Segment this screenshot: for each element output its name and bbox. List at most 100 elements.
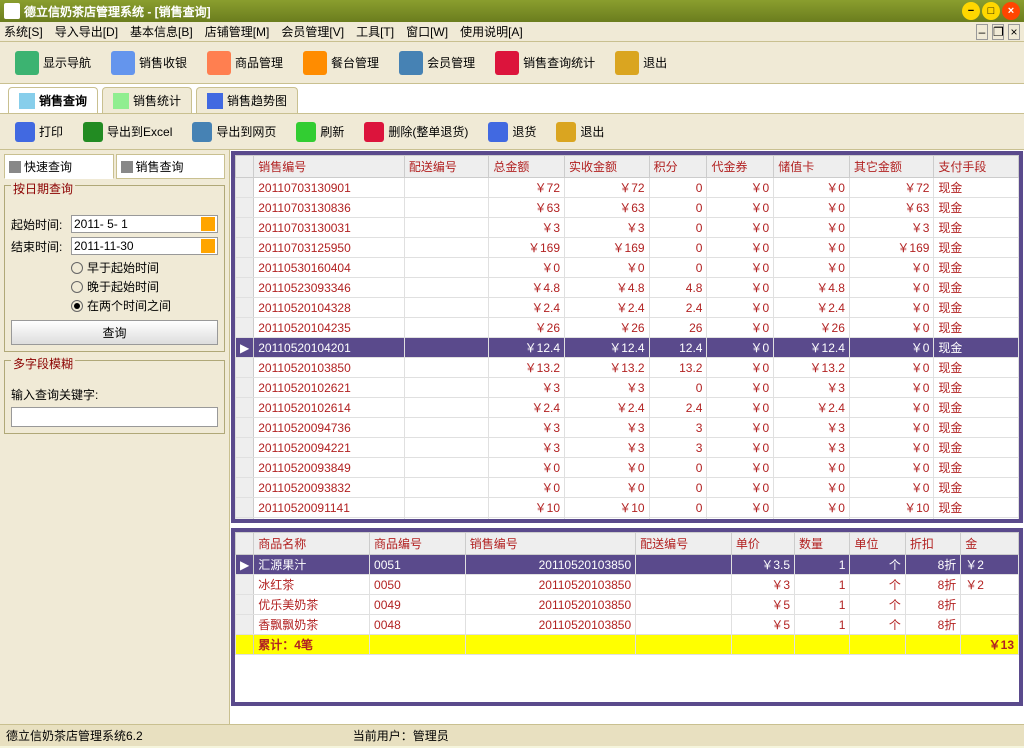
toolbar-cash[interactable]: 销售收银 bbox=[102, 46, 196, 80]
start-date-input[interactable]: 2011- 5- 1 bbox=[71, 215, 218, 233]
radio-before[interactable] bbox=[71, 262, 83, 274]
cell: 现金 bbox=[934, 478, 1019, 498]
cell: 20110703130901 bbox=[254, 178, 405, 198]
col-header[interactable]: 配送编号 bbox=[404, 156, 489, 178]
menu-window[interactable]: 窗口[W] bbox=[406, 23, 448, 40]
col-header[interactable]: 实收金额 bbox=[565, 156, 650, 178]
table-row[interactable]: 20110520102621￥3￥30￥0￥3￥0现金 bbox=[236, 378, 1019, 398]
view-tab-1[interactable]: 销售统计 bbox=[102, 87, 192, 113]
dropdown-icon[interactable] bbox=[201, 217, 215, 231]
table-row[interactable]: 20110520093849￥0￥00￥0￥0￥0现金 bbox=[236, 458, 1019, 478]
cell: 8折 bbox=[905, 575, 960, 595]
menu-member[interactable]: 会员管理[V] bbox=[281, 23, 344, 40]
table-row[interactable]: 20110520091136￥10.4￥10.410.4￥0￥10.4￥0现金 bbox=[236, 518, 1019, 520]
col-header[interactable]: 商品编号 bbox=[370, 533, 466, 555]
col-header[interactable]: 代金券 bbox=[707, 156, 774, 178]
table-row[interactable]: 20110520094221￥3￥33￥0￥3￥0现金 bbox=[236, 438, 1019, 458]
table-row[interactable]: 20110523093346￥4.8￥4.84.8￥0￥4.8￥0现金 bbox=[236, 278, 1019, 298]
query-button[interactable]: 查询 bbox=[11, 320, 218, 345]
toolbar-exit[interactable]: 退出 bbox=[606, 46, 676, 80]
close-button[interactable]: × bbox=[1002, 2, 1020, 20]
details-grid[interactable]: 商品名称商品编号销售编号配送编号单价数量单位折扣金▶汇源果汁0051201105… bbox=[235, 532, 1019, 702]
col-header[interactable]: 商品名称 bbox=[254, 533, 370, 555]
table-row[interactable]: 20110520093832￥0￥00￥0￥0￥0现金 bbox=[236, 478, 1019, 498]
orders-grid[interactable]: 销售编号配送编号总金额实收金额积分代金券储值卡其它金额支付手段201107031… bbox=[235, 155, 1019, 519]
subtool-return[interactable]: 退货 bbox=[479, 117, 545, 147]
tab-quick-query[interactable]: 快速查询 bbox=[4, 154, 114, 179]
mdi-minimize[interactable]: – bbox=[976, 24, 988, 40]
radio-after[interactable] bbox=[71, 281, 83, 293]
col-header[interactable]: 折扣 bbox=[905, 533, 960, 555]
table-row[interactable]: 20110520094736￥3￥33￥0￥3￥0现金 bbox=[236, 418, 1019, 438]
table-row[interactable]: 冰红茶005020110520103850￥31个8折￥2 bbox=[236, 575, 1019, 595]
col-header[interactable]: 金 bbox=[961, 533, 1019, 555]
cell: 20110520093849 bbox=[254, 458, 405, 478]
toolbar-label: 会员管理 bbox=[427, 54, 475, 71]
menu-system[interactable]: 系统[S] bbox=[4, 23, 43, 40]
cell: 20110520103850 bbox=[465, 595, 635, 615]
table-row[interactable]: 20110520091141￥10￥100￥0￥0￥10现金 bbox=[236, 498, 1019, 518]
view-tab-0[interactable]: 销售查询 bbox=[8, 87, 98, 113]
col-header[interactable]: 单位 bbox=[850, 533, 905, 555]
minimize-button[interactable]: − bbox=[962, 2, 980, 20]
col-header[interactable]: 储值卡 bbox=[774, 156, 850, 178]
cell: 13.2 bbox=[649, 358, 707, 378]
menu-shop[interactable]: 店铺管理[M] bbox=[205, 23, 270, 40]
subtool-delete[interactable]: 删除(整单退货) bbox=[355, 117, 477, 147]
table-row[interactable]: 20110703130836￥63￥630￥0￥0￥63现金 bbox=[236, 198, 1019, 218]
toolbar-table[interactable]: 餐台管理 bbox=[294, 46, 388, 80]
table-row[interactable]: 20110530160404￥0￥00￥0￥0￥0现金 bbox=[236, 258, 1019, 278]
cell: ￥13.2 bbox=[489, 358, 565, 378]
menu-import[interactable]: 导入导出[D] bbox=[55, 23, 118, 40]
end-date-input[interactable]: 2011-11-30 bbox=[71, 237, 218, 255]
toolbar-nav[interactable]: 显示导航 bbox=[6, 46, 100, 80]
table-row[interactable]: 20110703130901￥72￥720￥0￥0￥72现金 bbox=[236, 178, 1019, 198]
mdi-close[interactable]: × bbox=[1008, 24, 1020, 40]
col-header[interactable]: 销售编号 bbox=[465, 533, 635, 555]
subtool-print[interactable]: 打印 bbox=[6, 117, 72, 147]
cell bbox=[961, 615, 1019, 635]
cell: ￥3 bbox=[489, 418, 565, 438]
subtool-excel[interactable]: 导出到Excel bbox=[74, 117, 181, 147]
table-row[interactable]: 20110703125950￥169￥1690￥0￥0￥169现金 bbox=[236, 238, 1019, 258]
menu-basic[interactable]: 基本信息[B] bbox=[130, 23, 193, 40]
table-row[interactable]: 20110520103850￥13.2￥13.213.2￥0￥13.2￥0现金 bbox=[236, 358, 1019, 378]
subtool-web[interactable]: 导出到网页 bbox=[183, 117, 285, 147]
tab-sales-query[interactable]: 销售查询 bbox=[116, 154, 226, 179]
subtool-exit2[interactable]: 退出 bbox=[547, 117, 613, 147]
table-row[interactable]: 20110520104235￥26￥2626￥0￥26￥0现金 bbox=[236, 318, 1019, 338]
col-header[interactable]: 其它金额 bbox=[849, 156, 934, 178]
toolbar-member[interactable]: 会员管理 bbox=[390, 46, 484, 80]
cell bbox=[404, 458, 489, 478]
mdi-restore[interactable]: ❐ bbox=[992, 24, 1004, 40]
table-row[interactable]: ▶20110520104201￥12.4￥12.412.4￥0￥12.4￥0现金 bbox=[236, 338, 1019, 358]
cell: ￥0 bbox=[707, 318, 774, 338]
col-header[interactable]: 积分 bbox=[649, 156, 707, 178]
cell: 现金 bbox=[934, 318, 1019, 338]
col-header[interactable]: 销售编号 bbox=[254, 156, 405, 178]
table-row[interactable]: ▶汇源果汁005120110520103850￥3.51个8折￥2 bbox=[236, 555, 1019, 575]
table-row[interactable]: 优乐美奶茶004920110520103850￥51个8折 bbox=[236, 595, 1019, 615]
table-row[interactable]: 20110703130031￥3￥30￥0￥0￥3现金 bbox=[236, 218, 1019, 238]
col-header[interactable]: 单价 bbox=[731, 533, 794, 555]
cell: ￥169 bbox=[849, 238, 934, 258]
toolbar-prod[interactable]: 商品管理 bbox=[198, 46, 292, 80]
menu-tools[interactable]: 工具[T] bbox=[356, 23, 394, 40]
col-header[interactable]: 数量 bbox=[795, 533, 850, 555]
radio-between[interactable] bbox=[71, 300, 83, 312]
table-row[interactable]: 香飘飘奶茶004820110520103850￥51个8折 bbox=[236, 615, 1019, 635]
col-header[interactable]: 配送编号 bbox=[636, 533, 732, 555]
toolbar-stats[interactable]: 销售查询统计 bbox=[486, 46, 604, 80]
cell: 现金 bbox=[934, 438, 1019, 458]
view-tab-2[interactable]: 销售趋势图 bbox=[196, 87, 298, 113]
menu-help[interactable]: 使用说明[A] bbox=[460, 23, 523, 40]
table-row[interactable]: 20110520102614￥2.4￥2.42.4￥0￥2.4￥0现金 bbox=[236, 398, 1019, 418]
cell bbox=[404, 258, 489, 278]
col-header[interactable]: 支付手段 bbox=[934, 156, 1019, 178]
maximize-button[interactable]: □ bbox=[982, 2, 1000, 20]
col-header[interactable]: 总金额 bbox=[489, 156, 565, 178]
table-row[interactable]: 20110520104328￥2.4￥2.42.4￥0￥2.4￥0现金 bbox=[236, 298, 1019, 318]
dropdown-icon[interactable] bbox=[201, 239, 215, 253]
subtool-refresh[interactable]: 刷新 bbox=[287, 117, 353, 147]
fuzzy-input[interactable] bbox=[11, 407, 218, 427]
